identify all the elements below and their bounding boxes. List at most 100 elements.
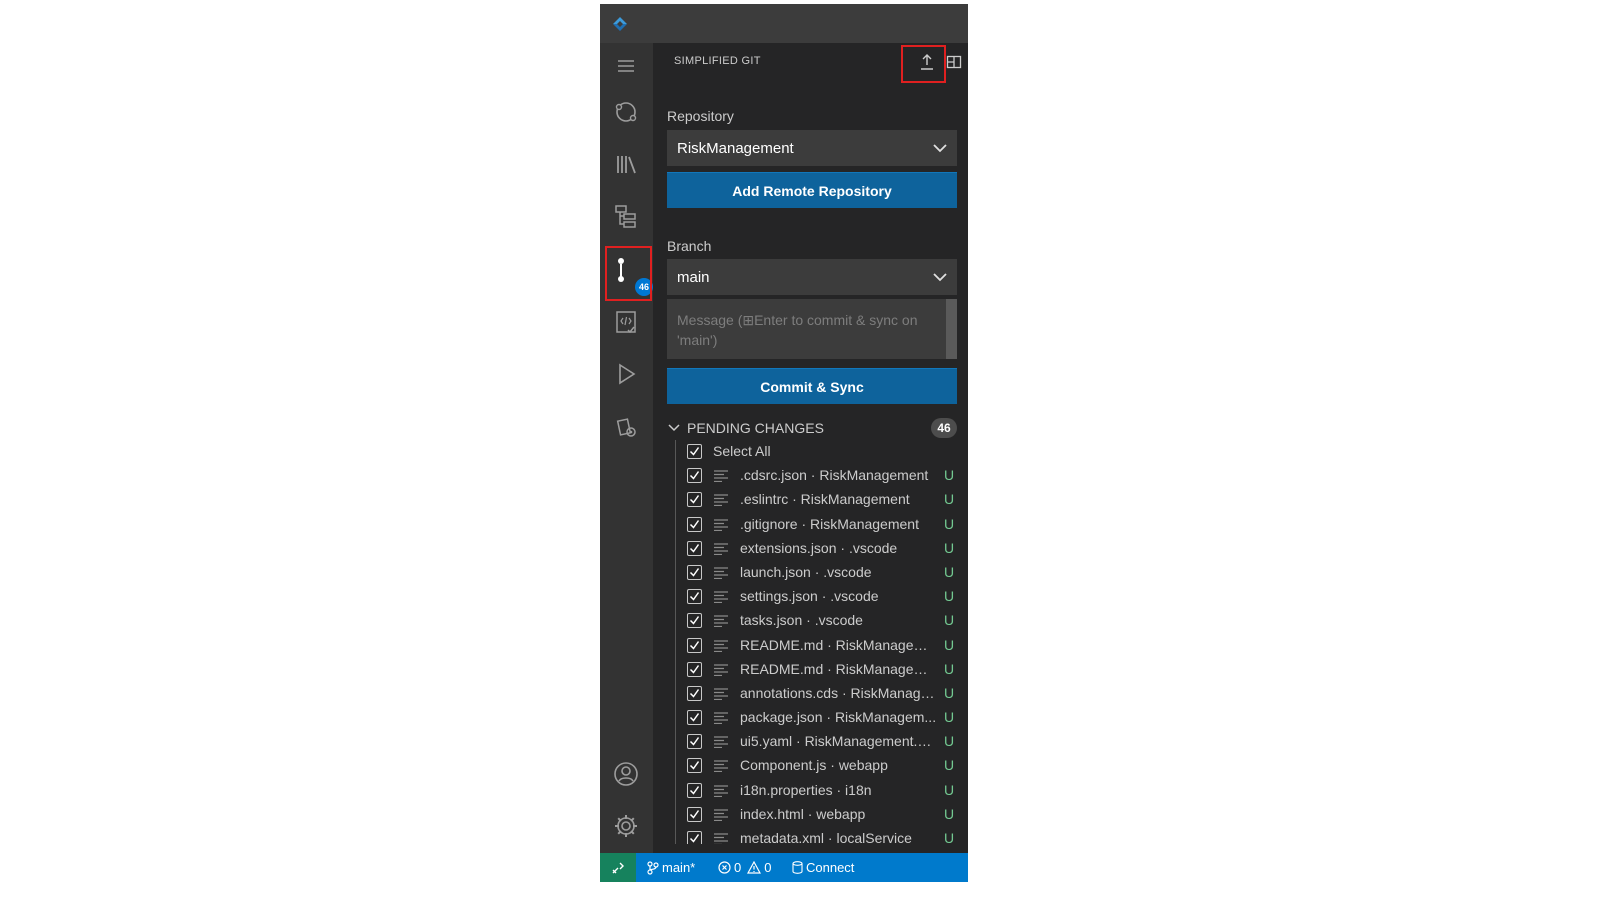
check-icon: [689, 568, 700, 577]
repository-select[interactable]: RiskManagement: [667, 130, 957, 166]
status-bar: main* 0 0 Connect: [600, 853, 968, 882]
library-icon[interactable]: [609, 147, 643, 181]
file-checkbox[interactable]: [687, 492, 702, 508]
file-status: U: [944, 830, 955, 844]
file-row[interactable]: README.md · RiskManageme... U: [676, 658, 966, 682]
file-name[interactable]: annotations.cds · RiskManage...: [740, 685, 938, 701]
file-row[interactable]: annotations.cds · RiskManage... U: [676, 682, 966, 706]
file-name[interactable]: extensions.json · .vscode: [740, 540, 938, 556]
file-row[interactable]: tasks.json · .vscode U: [676, 609, 966, 633]
branch-label: Branch: [667, 238, 712, 254]
add-remote-repository-button[interactable]: Add Remote Repository: [667, 172, 957, 208]
branch-value: main: [677, 268, 710, 286]
message-scrollbar[interactable]: [946, 299, 957, 359]
file-name[interactable]: tasks.json · .vscode: [740, 612, 938, 628]
file-status: U: [944, 805, 955, 822]
extensions-gear-icon[interactable]: [609, 410, 643, 444]
file-checkbox[interactable]: [687, 734, 702, 750]
layout-button[interactable]: [942, 49, 966, 75]
file-name[interactable]: .gitignore · RiskManagement: [740, 516, 938, 532]
check-icon: [689, 834, 700, 843]
file-checkbox[interactable]: [687, 710, 702, 726]
select-all-checkbox[interactable]: [687, 444, 702, 459]
file-row[interactable]: metadata.xml · localService U: [676, 827, 966, 844]
file-name[interactable]: metadata.xml · localService: [740, 830, 938, 844]
file-checkbox[interactable]: [687, 758, 702, 774]
status-problems[interactable]: 0 0: [718, 853, 771, 882]
explorer-circle-icon[interactable]: [609, 95, 643, 129]
check-icon: [689, 737, 700, 746]
side-panel: SIMPLIFIED GIT Repository RiskManagement…: [653, 43, 968, 853]
file-row[interactable]: i18n.properties · i18n U: [676, 779, 966, 803]
warning-icon: [747, 861, 762, 874]
file-lines-icon: [714, 664, 728, 676]
file-lines-icon: [714, 736, 728, 749]
file-checkbox[interactable]: [687, 468, 702, 484]
status-connect[interactable]: Connect: [792, 853, 854, 882]
check-icon: [689, 616, 700, 625]
remote-indicator[interactable]: [600, 853, 636, 882]
file-status: U: [944, 781, 955, 798]
file-row[interactable]: README.md · RiskManageme... U: [676, 634, 966, 658]
file-name[interactable]: README.md · RiskManageme...: [740, 637, 938, 653]
status-error-count: 0: [734, 860, 742, 875]
menu-icon[interactable]: [609, 49, 643, 83]
chevron-down-icon: [668, 424, 680, 432]
file-checkbox[interactable]: [687, 831, 702, 844]
file-name[interactable]: README.md · RiskManageme...: [740, 661, 938, 677]
file-status: U: [944, 588, 955, 605]
file-row[interactable]: index.html · webapp U: [676, 803, 966, 827]
file-lines-icon: [714, 688, 728, 700]
pending-changes-title: PENDING CHANGES: [687, 420, 824, 436]
code-check-icon[interactable]: [609, 305, 643, 339]
file-name[interactable]: index.html · webapp: [740, 806, 938, 822]
file-checkbox[interactable]: [687, 540, 702, 556]
file-name[interactable]: settings.json · .vscode: [740, 588, 938, 604]
file-row[interactable]: .eslintrc · RiskManagement U: [676, 488, 966, 512]
file-checkbox[interactable]: [687, 613, 702, 629]
database-icon: [792, 861, 803, 874]
check-icon: [689, 688, 700, 698]
status-branch[interactable]: main*: [647, 853, 695, 882]
run-icon[interactable]: [609, 357, 643, 391]
file-name[interactable]: ui5.yaml · RiskManagement.R...: [740, 733, 938, 749]
panel-title: SIMPLIFIED GIT: [674, 55, 761, 67]
file-checkbox[interactable]: [687, 637, 702, 653]
status-branch-name: main*: [662, 860, 696, 875]
file-row[interactable]: package.json · RiskManagem... U: [676, 706, 966, 730]
file-row[interactable]: .cdsrc.json · RiskManagement U: [676, 464, 966, 488]
file-name[interactable]: Component.js · webapp: [740, 757, 938, 773]
hierarchy-icon[interactable]: [609, 199, 643, 233]
file-name[interactable]: .cdsrc.json · RiskManagement: [740, 467, 938, 483]
file-checkbox[interactable]: [687, 564, 702, 580]
check-icon: [689, 592, 700, 601]
file-checkbox[interactable]: [687, 685, 702, 701]
check-icon: [689, 495, 700, 505]
commit-sync-button[interactable]: Commit & Sync: [667, 368, 957, 404]
file-name[interactable]: i18n.properties · i18n: [740, 782, 938, 798]
file-row[interactable]: settings.json · .vscode U: [676, 585, 966, 609]
branch-select[interactable]: main: [667, 259, 957, 295]
repository-label: Repository: [667, 108, 734, 124]
file-row[interactable]: .gitignore · RiskManagement U: [676, 513, 966, 537]
file-row[interactable]: ui5.yaml · RiskManagement.R... U: [676, 730, 966, 754]
file-checkbox[interactable]: [687, 806, 702, 822]
file-checkbox[interactable]: [687, 516, 702, 532]
file-status: U: [944, 733, 955, 750]
file-name[interactable]: package.json · RiskManagem...: [740, 709, 938, 725]
file-name[interactable]: .eslintrc · RiskManagement: [740, 491, 938, 507]
file-name[interactable]: launch.json · .vscode: [740, 564, 938, 580]
file-row[interactable]: extensions.json · .vscode U: [676, 537, 966, 561]
select-all-label[interactable]: Select All: [713, 443, 771, 459]
settings-gear-icon[interactable]: [609, 809, 643, 843]
file-checkbox[interactable]: [687, 661, 702, 677]
pending-changes-header[interactable]: PENDING CHANGES 46: [667, 417, 957, 439]
file-checkbox[interactable]: [687, 589, 702, 605]
file-checkbox[interactable]: [687, 782, 702, 798]
account-icon[interactable]: [609, 757, 643, 791]
highlight-push: [901, 45, 946, 83]
file-row[interactable]: Component.js · webapp U: [676, 754, 966, 778]
file-row[interactable]: launch.json · .vscode U: [676, 561, 966, 585]
file-lines-icon: [714, 760, 728, 773]
commit-message-input[interactable]: [667, 299, 943, 359]
